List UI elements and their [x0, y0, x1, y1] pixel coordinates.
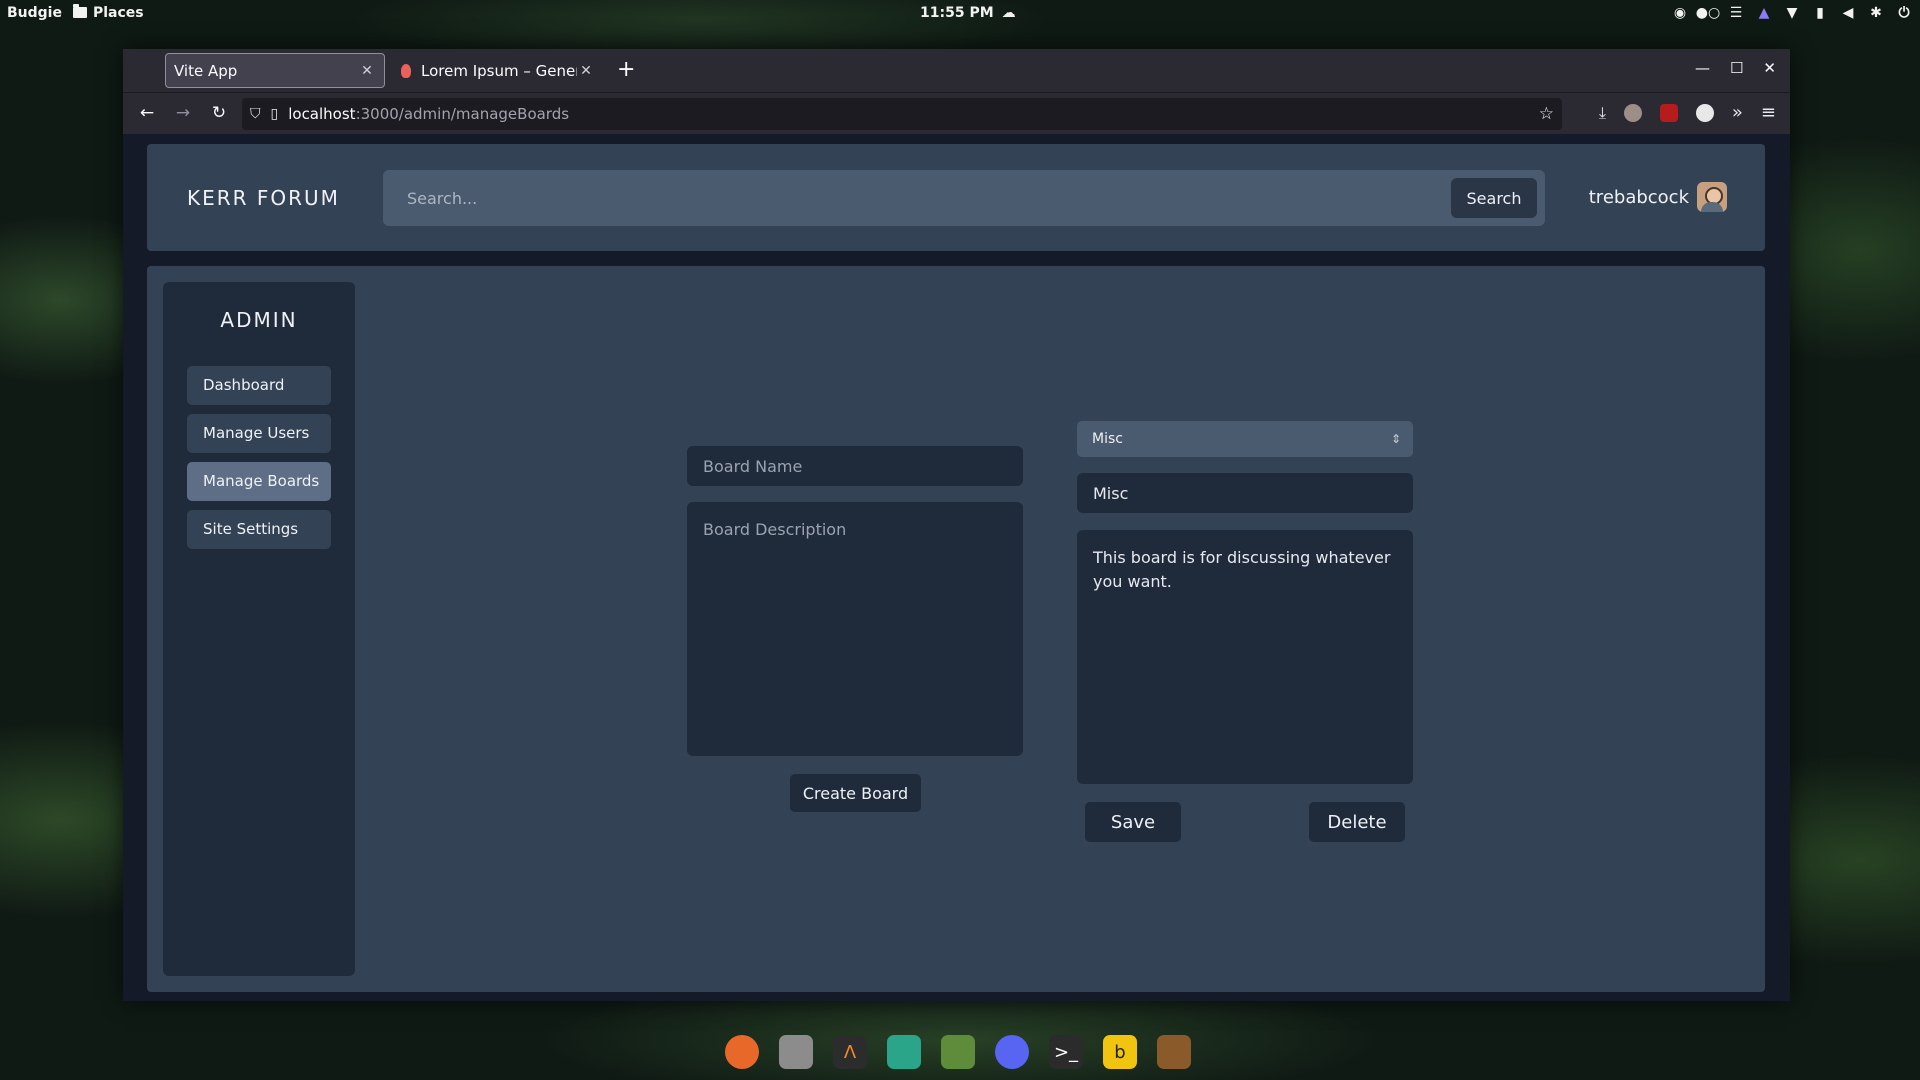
reload-icon[interactable]: ↻ [207, 101, 231, 125]
site-header: KERR FORUM Search trebabcock [147, 144, 1765, 251]
discord-icon[interactable]: ◉ [1672, 5, 1688, 21]
forward-arrow-icon[interactable]: → [171, 101, 195, 125]
wifi-icon[interactable]: ▼ [1784, 5, 1800, 21]
tab-title: Vite App [174, 61, 238, 80]
toolbar-extensions: ⤓ » ≡ [1599, 102, 1776, 123]
user-menu[interactable]: trebabcock [1589, 182, 1727, 212]
search-bar: Search [383, 170, 1545, 226]
web-page: KERR FORUM Search trebabcock ADMIN Dashb… [123, 135, 1790, 1001]
close-tab-icon[interactable]: ✕ [577, 63, 595, 79]
menu-icon[interactable]: ☰ [1728, 5, 1744, 21]
board-name-input[interactable] [687, 446, 1023, 486]
more-tools-icon[interactable]: » [1732, 102, 1743, 123]
avatar [1697, 182, 1727, 212]
minimize-icon[interactable]: — [1695, 59, 1710, 77]
minecraft-launcher-icon[interactable] [1157, 1035, 1191, 1069]
delete-button[interactable]: Delete [1309, 802, 1405, 842]
navigation-toolbar: ← → ↻ ⛉ ▯ localhost:3000/admin/manageBoa… [123, 92, 1790, 134]
admin-sidebar: ADMIN Dashboard Manage Users Manage Boar… [163, 282, 355, 976]
page-icon: ▯ [270, 106, 279, 122]
download-icon[interactable]: ⤓ [1599, 103, 1606, 123]
minecraft-icon[interactable] [941, 1035, 975, 1069]
terminal-icon[interactable]: >_ [1049, 1035, 1083, 1069]
files-icon[interactable] [779, 1035, 813, 1069]
close-tab-icon[interactable]: ✕ [358, 63, 376, 79]
clock-applet[interactable]: 11:55 PM ☁ [920, 5, 1016, 21]
edit-board-name-input[interactable] [1077, 473, 1413, 513]
search-button[interactable]: Search [1451, 178, 1537, 218]
maximize-icon[interactable]: ☐ [1730, 59, 1743, 77]
firefox-icon[interactable] [725, 1035, 759, 1069]
system-top-panel: Budgie Places 11:55 PM ☁ ◉ ●○ ☰ ▲ ▼ ▮ ◀ … [0, 0, 1920, 25]
sidebar-item-dashboard[interactable]: Dashboard [187, 366, 331, 405]
url-bar[interactable]: ⛉ ▯ localhost:3000/admin/manageBoards ☆ [242, 98, 1562, 130]
board-description-textarea[interactable] [687, 502, 1023, 756]
admin-panel: ADMIN Dashboard Manage Users Manage Boar… [147, 266, 1765, 992]
back-arrow-icon[interactable]: ← [135, 101, 159, 125]
tab-title: Lorem Ipsum – Generat [421, 61, 577, 80]
bell-icon[interactable]: ▲ [1756, 5, 1772, 21]
clock-time: 11:55 PM [920, 4, 994, 21]
bitwarden-icon[interactable]: b [1103, 1035, 1137, 1069]
board-select[interactable]: Misc ⇕ [1077, 421, 1413, 457]
sidebar-title: ADMIN [220, 308, 298, 332]
sidebar-item-manage-users[interactable]: Manage Users [187, 414, 331, 453]
bookmark-star-icon[interactable]: ☆ [1539, 104, 1554, 124]
profile-extension-icon[interactable] [1623, 103, 1642, 122]
hamburger-menu-icon[interactable]: ≡ [1761, 102, 1776, 123]
site-logo[interactable]: KERR FORUM [187, 186, 340, 210]
lorem-ipsum-favicon-icon [401, 63, 411, 78]
sidebar-item-site-settings[interactable]: Site Settings [187, 510, 331, 549]
system-tray: ◉ ●○ ☰ ▲ ▼ ▮ ◀ ✱ ⏻ [1672, 5, 1912, 21]
search-input[interactable] [383, 170, 1443, 226]
shield-icon[interactable]: ⛉ [250, 106, 261, 122]
tab-lorem-ipsum[interactable]: Lorem Ipsum – Generat ✕ [393, 53, 603, 88]
folder-icon [73, 4, 87, 18]
keepass-icon[interactable] [887, 1035, 921, 1069]
dock: Λ >_ b [725, 1035, 1191, 1069]
browser-window: Vite App ✕ Lorem Ipsum – Generat ✕ + — ☐… [123, 49, 1790, 1001]
tab-vite-app[interactable]: Vite App ✕ [165, 53, 385, 88]
budgie-menu-button[interactable]: Budgie [7, 5, 62, 21]
edit-board-description-textarea[interactable]: This board is for discussing whatever yo… [1077, 530, 1413, 784]
tab-bar: Vite App ✕ Lorem Ipsum – Generat ✕ + — ☐… [123, 49, 1790, 92]
sublime-text-icon[interactable]: Λ [833, 1035, 867, 1069]
window-controls: — ☐ ✕ [1695, 59, 1776, 77]
dots-icon[interactable]: ●○ [1696, 5, 1720, 21]
board-select-value: Misc [1092, 431, 1123, 447]
volume-icon[interactable]: ◀ [1840, 5, 1856, 21]
power-icon[interactable]: ⏻ [1896, 5, 1912, 21]
places-label: Places [93, 4, 144, 21]
create-board-button[interactable]: Create Board [790, 774, 921, 812]
url-text[interactable]: localhost:3000/admin/manageBoards [288, 105, 569, 123]
select-arrows-icon: ⇕ [1390, 432, 1401, 446]
battery-icon[interactable]: ▮ [1812, 5, 1828, 21]
reader-extension-icon[interactable] [1695, 103, 1714, 122]
discord-icon[interactable] [995, 1035, 1029, 1069]
close-window-icon[interactable]: ✕ [1763, 59, 1776, 77]
sidebar-item-manage-boards[interactable]: Manage Boards [187, 462, 331, 501]
places-menu-button[interactable]: Places [73, 4, 144, 21]
save-button[interactable]: Save [1085, 802, 1181, 842]
ublock-origin-icon[interactable] [1659, 103, 1678, 122]
url-host: localhost [288, 105, 356, 123]
new-tab-icon[interactable]: + [617, 57, 635, 82]
bluetooth-icon[interactable]: ✱ [1868, 5, 1884, 21]
url-path: :3000/admin/manageBoards [355, 105, 570, 123]
cloud-icon: ☁ [1001, 4, 1016, 21]
username: trebabcock [1588, 186, 1689, 208]
